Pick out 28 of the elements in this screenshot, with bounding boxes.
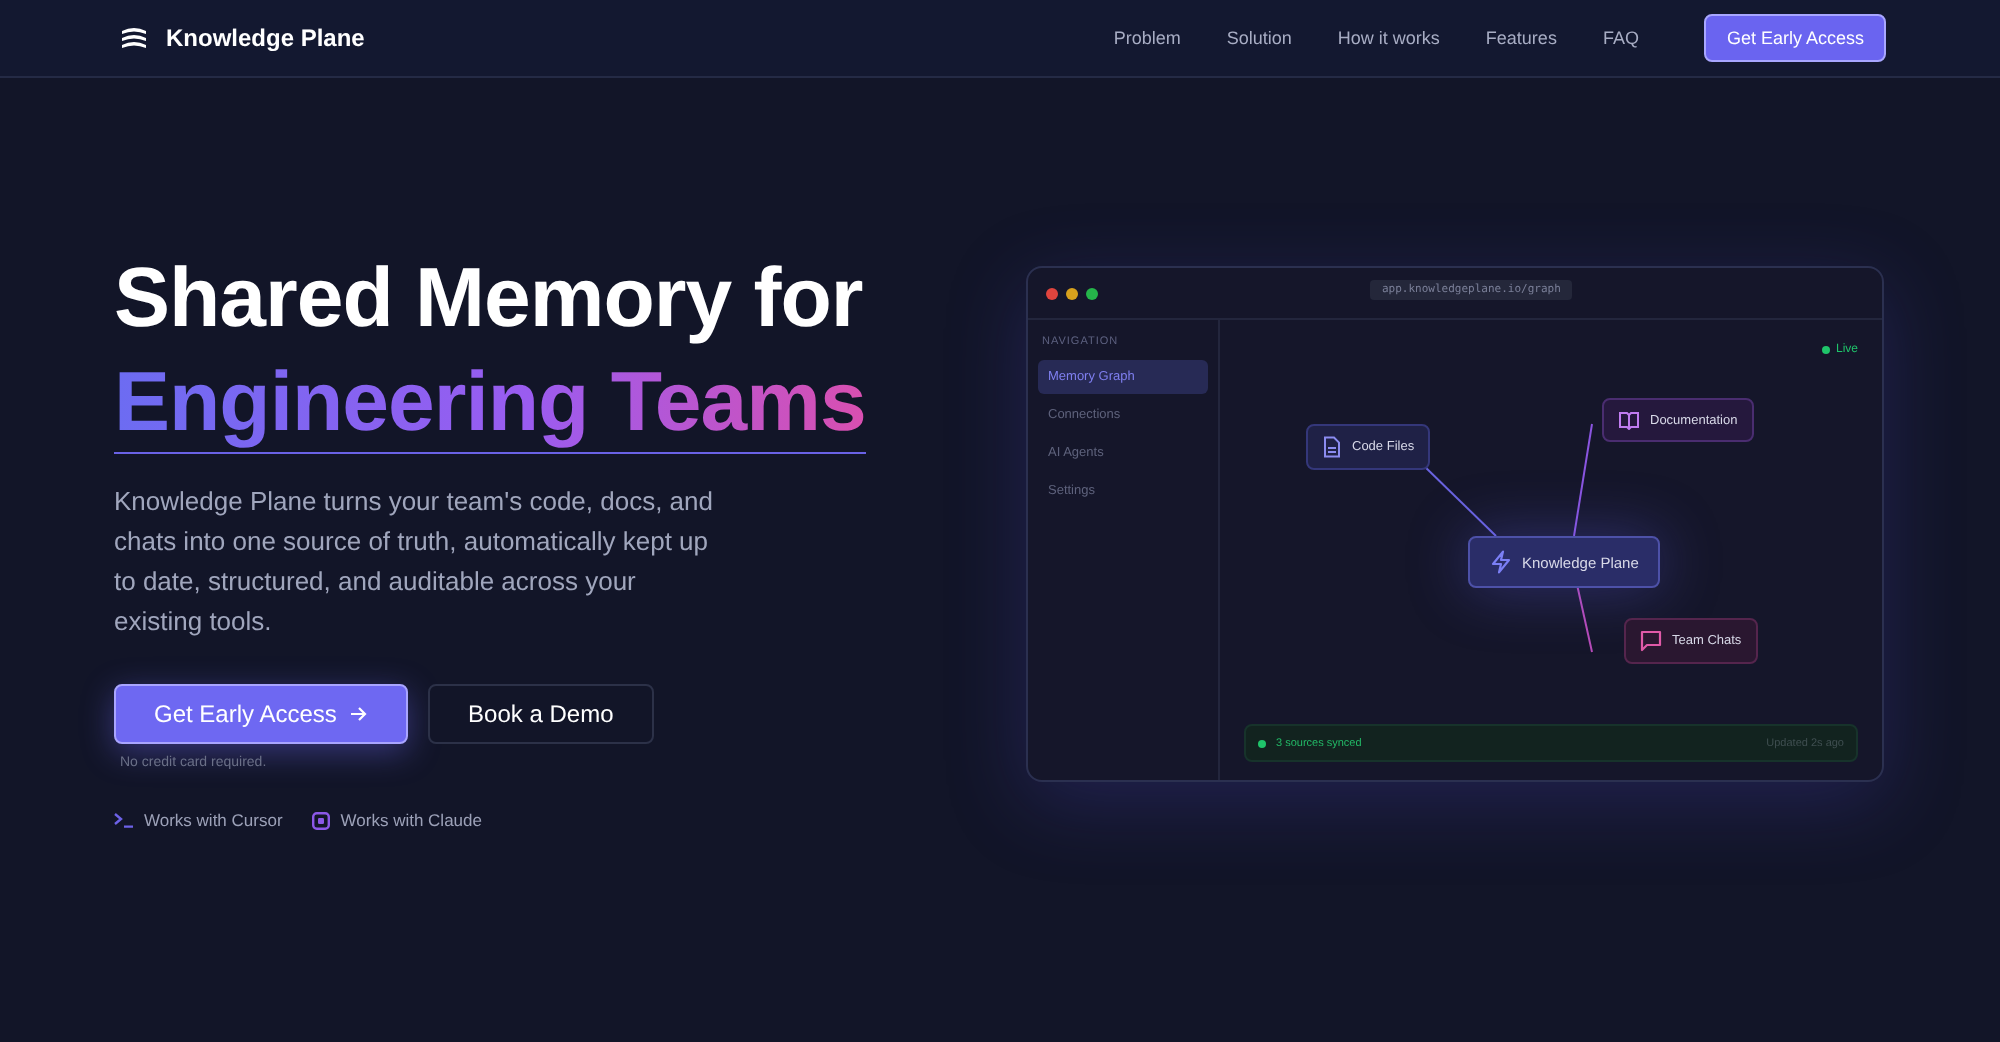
integration-label: Works with Cursor	[144, 810, 283, 830]
early-access-button[interactable]: Get Early Access	[114, 684, 409, 744]
connector-line	[1573, 423, 1593, 537]
maximize-dot-icon[interactable]	[1086, 287, 1098, 299]
file-icon	[1322, 436, 1342, 458]
nav-link[interactable]: FAQ	[1602, 28, 1639, 48]
square-icon	[312, 811, 331, 829]
brand-name[interactable]: Knowledge Plane	[166, 24, 365, 52]
arrow-right-icon	[350, 706, 369, 722]
nav-link[interactable]: Solution	[1226, 28, 1292, 48]
bolt-icon	[1490, 550, 1512, 574]
close-dot-icon[interactable]	[1046, 287, 1058, 299]
chat-icon	[1640, 630, 1662, 652]
status-dot-icon	[1258, 739, 1266, 747]
stack-logo-icon	[120, 25, 148, 51]
connector-line	[1421, 463, 1497, 537]
minimize-dot-icon[interactable]	[1066, 287, 1078, 299]
hero-description: Knowledge Plane turns your team's code, docs, and chats into one source of truth, automatically kept up to date, structured, and auditable across your existing tools.	[114, 484, 715, 640]
terminal-icon	[114, 812, 134, 828]
book-demo-button[interactable]: Book a Demo	[428, 684, 654, 744]
nav-link[interactable]: How it works	[1337, 28, 1440, 48]
nav-link[interactable]: Features	[1485, 28, 1557, 48]
early-access-button[interactable]: Get Early Access	[1704, 14, 1886, 62]
nav-link[interactable]: Problem	[1113, 28, 1181, 48]
book-icon	[1618, 410, 1640, 430]
hero-heading: Shared Memory for	[114, 248, 865, 348]
live-dot-icon	[1821, 346, 1830, 354]
integration-label: Works with Claude	[340, 810, 482, 830]
